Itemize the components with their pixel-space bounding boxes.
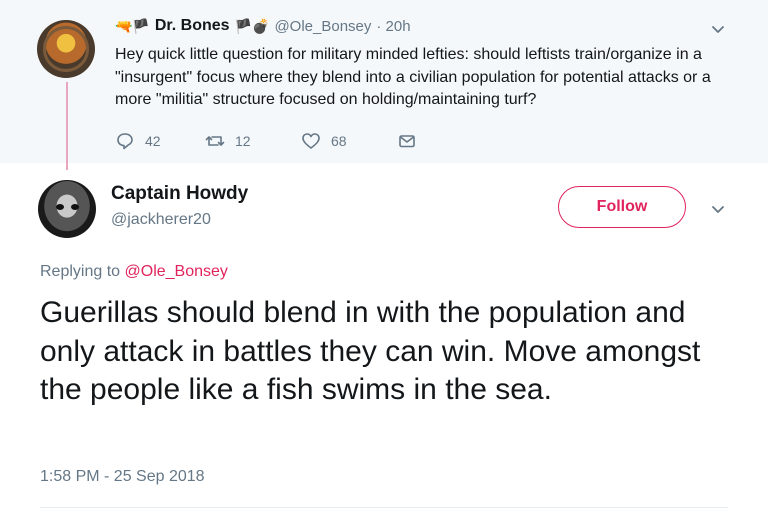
retweet-button[interactable]: 12 xyxy=(205,131,301,151)
name-emoji-prefix: 🔫🏴 xyxy=(115,17,150,34)
main-author-handle[interactable]: @jackherer20 xyxy=(111,211,211,229)
like-button[interactable]: 68 xyxy=(301,131,397,151)
retweet-count: 12 xyxy=(235,133,251,149)
thread-connector-line xyxy=(66,82,68,170)
reply-count: 42 xyxy=(145,133,161,149)
replying-to-line: Replying to @Ole_Bonsey xyxy=(40,263,228,281)
divider xyxy=(40,507,728,508)
chevron-down-icon[interactable] xyxy=(708,19,728,39)
message-icon xyxy=(399,135,415,148)
parent-tweet-actions: 42 12 68 xyxy=(115,131,417,151)
parent-tweet[interactable]: 🔫🏴 Dr. Bones 🏴💣 @Ole_Bonsey · 20h Hey qu… xyxy=(0,0,768,163)
name-emoji-suffix: 🏴💣 xyxy=(234,17,270,34)
main-avatar[interactable] xyxy=(38,180,96,238)
follow-button[interactable]: Follow xyxy=(558,186,686,228)
main-tweet-text: Guerillas should blend in with the popul… xyxy=(40,296,701,406)
reply-icon xyxy=(117,133,133,150)
like-count: 68 xyxy=(331,133,347,149)
replying-to-link[interactable]: @Ole_Bonsey xyxy=(125,263,228,280)
reply-button[interactable]: 42 xyxy=(115,131,205,151)
replying-to-prefix: Replying to xyxy=(40,263,125,280)
parent-header: 🔫🏴 Dr. Bones 🏴💣 @Ole_Bonsey · 20h xyxy=(115,17,411,35)
parent-author-handle[interactable]: @Ole_Bonsey xyxy=(274,18,371,35)
retweet-icon xyxy=(205,136,225,146)
main-tweet-timestamp[interactable]: 1:58 PM - 25 Sep 2018 xyxy=(40,468,205,486)
like-icon xyxy=(302,133,320,149)
parent-author-name[interactable]: Dr. Bones xyxy=(155,17,230,35)
parent-tweet-time[interactable]: · 20h xyxy=(376,18,410,35)
message-button[interactable] xyxy=(397,131,417,151)
chevron-down-icon[interactable] xyxy=(707,198,729,220)
parent-avatar[interactable] xyxy=(37,20,95,78)
main-author-name[interactable]: Captain Howdy xyxy=(111,183,248,205)
parent-tweet-text: Hey quick little question for military m… xyxy=(115,46,711,108)
